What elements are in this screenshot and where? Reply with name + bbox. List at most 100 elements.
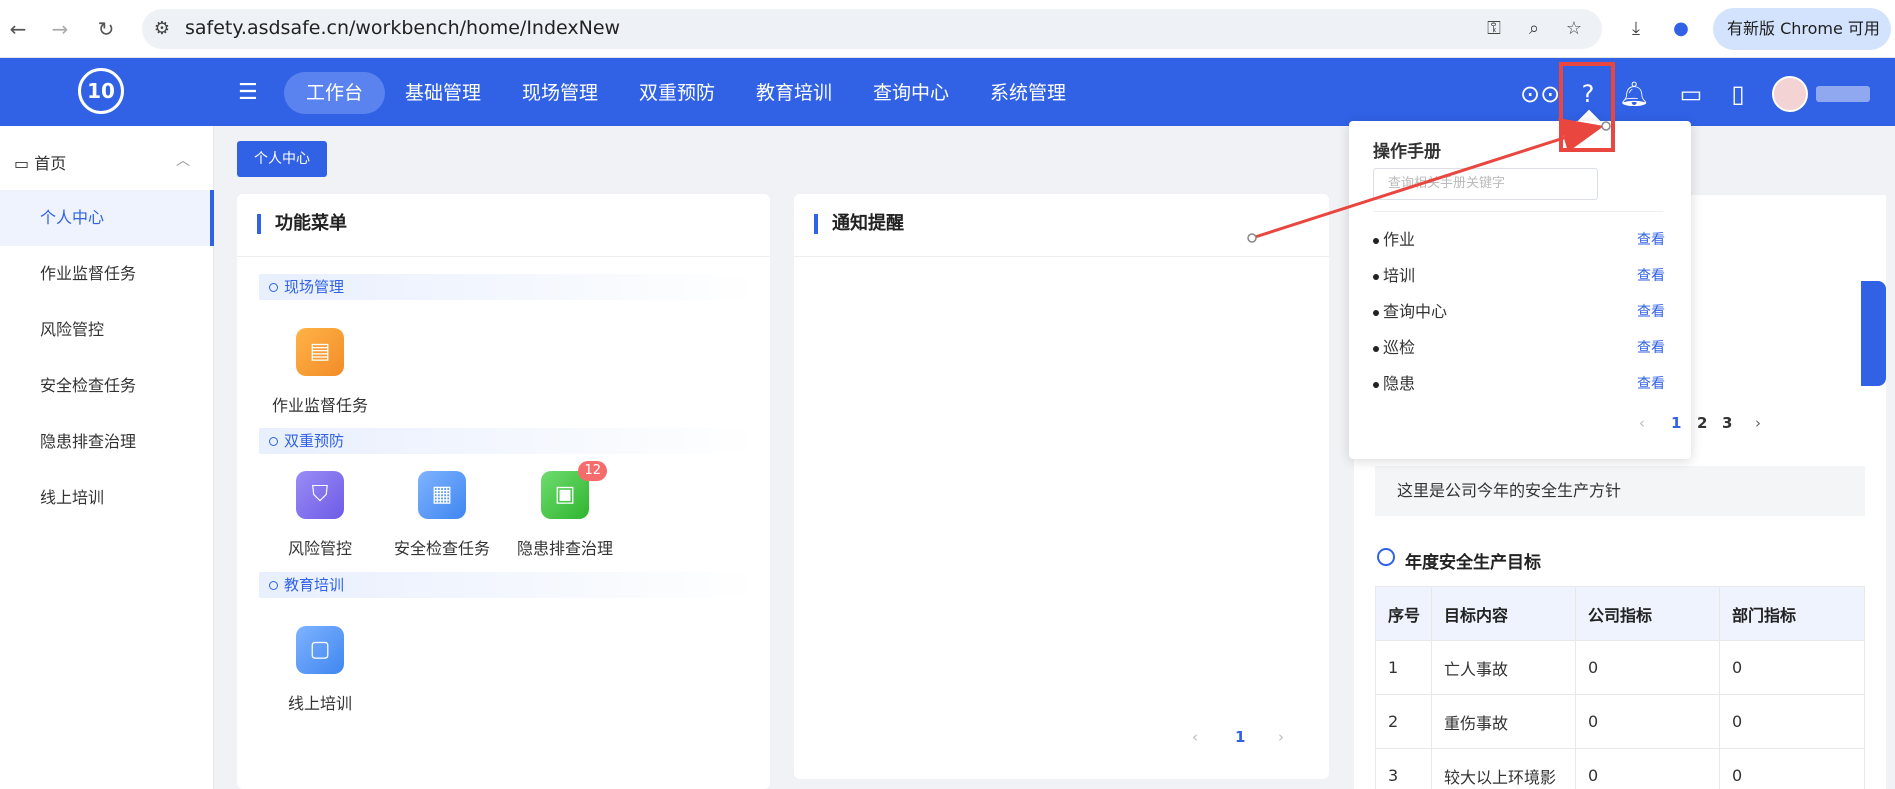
target-icon	[1377, 548, 1395, 566]
section-site-management: 现场管理	[259, 274, 759, 300]
section-title: 双重预防	[284, 432, 345, 450]
view-link[interactable]: 查看	[1637, 261, 1665, 291]
back-icon[interactable]: ←	[6, 17, 30, 41]
manual-item: 巡检 查看	[1373, 333, 1665, 363]
nav-system-management[interactable]: 系统管理	[990, 72, 1066, 114]
key-icon[interactable]: ⚿	[1482, 17, 1506, 41]
app-risk-control[interactable]: ⛉ 风险管控	[260, 471, 380, 559]
url-text[interactable]: safety.asdsafe.cn/workbench/home/IndexNe…	[185, 17, 620, 39]
popup-pager-prev-icon[interactable]: ‹	[1639, 414, 1645, 432]
table-cell: 0	[1719, 694, 1865, 749]
table-header-row: 序号 目标内容 公司指标 部门指标	[1375, 586, 1865, 641]
app-label: 风险管控	[287, 539, 352, 558]
table-cell: 0	[1719, 640, 1865, 695]
app-label: 安全检查任务	[393, 539, 490, 558]
app-safety-inspection[interactable]: ▦ 安全检查任务	[382, 471, 502, 559]
table-cell: 2	[1375, 694, 1432, 749]
avatar[interactable]	[1772, 76, 1808, 112]
table-cell: 0	[1575, 694, 1720, 749]
nav-query-center[interactable]: 查询中心	[873, 72, 949, 114]
nav-workbench[interactable]: 工作台	[284, 72, 386, 114]
nav-site-management[interactable]: 现场管理	[522, 72, 598, 114]
manual-item: 培训 查看	[1373, 261, 1665, 291]
mobile-icon[interactable]: ▯	[1722, 78, 1754, 110]
nav-dual-prevention[interactable]: 双重预防	[639, 72, 715, 114]
view-link[interactable]: 查看	[1637, 369, 1665, 399]
popup-pager-next-icon[interactable]: ›	[1755, 414, 1761, 432]
annual-goals-title: 年度安全生产目标	[1405, 553, 1541, 573]
bullet-icon	[1373, 237, 1379, 244]
app-hazard-management[interactable]: ▣ 12 隐患排查治理	[505, 461, 625, 559]
download-icon[interactable]: ⤓	[1624, 17, 1648, 41]
hazard-count-badge: 12	[578, 461, 607, 481]
section-education-training: 教育培训	[259, 572, 759, 598]
bullet-icon	[1373, 273, 1379, 280]
sidebar-item-risk-control[interactable]: 风险管控	[0, 302, 214, 358]
hazard-doc-icon: ▣ 12	[541, 461, 607, 519]
table-cell: 亡人事故	[1431, 640, 1576, 695]
manual-item-label: 培训	[1383, 266, 1416, 285]
table-cell: 重伤事故	[1431, 694, 1576, 749]
pager-page-1[interactable]: 1	[1235, 728, 1245, 746]
view-link[interactable]: 查看	[1637, 225, 1665, 255]
col-header: 序号	[1375, 586, 1432, 641]
divider	[794, 256, 1329, 257]
shield-icon: ⛉	[296, 471, 344, 519]
table-cell: 0	[1575, 748, 1720, 789]
safety-policy-text: 这里是公司今年的安全生产方针	[1375, 466, 1865, 516]
app-logo[interactable]: 10	[78, 68, 124, 114]
checklist-icon: ▦	[418, 471, 466, 519]
table-row: 2 重伤事故 0 0	[1375, 694, 1865, 749]
sidebar-item-hazard-management[interactable]: 隐患排查治理	[0, 414, 214, 470]
notice-title: 通知提醒	[814, 214, 904, 234]
pager-next-icon[interactable]: ›	[1278, 728, 1284, 746]
sidebar-item-safety-inspection[interactable]: 安全检查任务	[0, 358, 214, 414]
manual-item-label: 查询中心	[1383, 302, 1448, 321]
app-work-supervision[interactable]: ▤ 作业监督任务	[260, 328, 380, 416]
banner-edge	[1861, 281, 1886, 386]
popup-page-2[interactable]: 2	[1697, 414, 1707, 432]
table-cell: 较大以上环境影	[1431, 748, 1576, 789]
sidebar-item-online-training[interactable]: 线上培训	[0, 470, 214, 526]
manual-search-input[interactable]: 查询相关手册关键字	[1373, 168, 1598, 200]
chrome-update-button[interactable]: 有新版 Chrome 可用	[1713, 8, 1891, 50]
bookmark-star-icon[interactable]: ☆	[1562, 17, 1586, 41]
monitor-icon[interactable]: ▭	[1675, 78, 1707, 110]
menu-toggle-icon[interactable]: ☰	[238, 80, 258, 105]
forward-icon[interactable]: →	[48, 17, 72, 41]
sidebar-item-personal-center[interactable]: 个人中心	[0, 190, 214, 246]
popup-page-3[interactable]: 3	[1722, 414, 1732, 432]
username-blurred[interactable]	[1816, 86, 1870, 102]
view-link[interactable]: 查看	[1637, 333, 1665, 363]
view-link[interactable]: 查看	[1637, 297, 1665, 327]
sidebar-home[interactable]: ▭ 首页	[14, 150, 66, 174]
pager-prev-icon[interactable]: ‹	[1192, 728, 1198, 746]
col-header: 部门指标	[1719, 586, 1865, 641]
reload-icon[interactable]: ↻	[94, 17, 118, 41]
sidebar-home-label: 首页	[34, 154, 67, 173]
nav-basic-management[interactable]: 基础管理	[405, 72, 481, 114]
clipboard-icon: ▤	[296, 328, 344, 376]
function-menu-card: 功能菜单 现场管理 ▤ 作业监督任务 双重预防 ⛉ 风险管控 ▦ 安全检查任务 …	[237, 194, 770, 789]
zoom-icon[interactable]: ⌕	[1522, 17, 1546, 41]
sidebar-item-work-supervision[interactable]: 作业监督任务	[0, 246, 214, 302]
popup-page-1[interactable]: 1	[1671, 414, 1681, 432]
personal-center-tab[interactable]: 个人中心	[237, 141, 327, 177]
app-label: 线上培训	[287, 694, 352, 713]
nav-education-training[interactable]: 教育培训	[756, 72, 832, 114]
annotation-highlight-box	[1559, 62, 1615, 152]
bell-icon[interactable]: 🔔︎	[1618, 78, 1650, 110]
notice-card: 通知提醒 ‹ 1 ›	[794, 194, 1329, 779]
manual-item: 作业 查看	[1373, 225, 1665, 255]
profile-icon[interactable]: ●	[1669, 17, 1693, 41]
app-online-training[interactable]: ▢ 线上培训	[260, 626, 380, 714]
vr-glasses-icon[interactable]: ⊙⊙	[1520, 78, 1560, 110]
manual-item-label: 作业	[1383, 230, 1416, 249]
sidebar: ▭ 首页 ︿ 个人中心 作业监督任务 风险管控 安全检查任务 隐患排查治理 线上…	[0, 126, 214, 789]
bullet-icon	[1373, 309, 1379, 316]
table-cell: 1	[1375, 640, 1432, 695]
site-info-icon[interactable]: ⚙	[150, 17, 174, 41]
chevron-up-icon[interactable]: ︿	[176, 150, 190, 170]
app-label: 作业监督任务	[271, 396, 368, 415]
manual-popup-title: 操作手册	[1373, 142, 1441, 162]
